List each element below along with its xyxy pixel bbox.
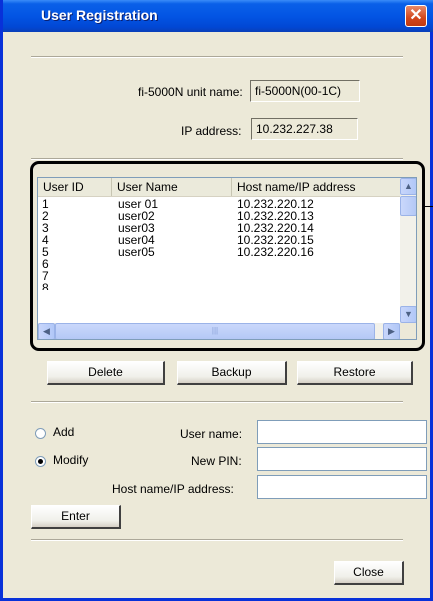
table-row[interactable]: 3 user03 10.232.220.14 (38, 222, 400, 235)
backup-button[interactable]: Backup (177, 361, 287, 385)
right-arrow-icon[interactable]: ▶ (383, 323, 400, 339)
row-user-id: 7 (42, 269, 49, 283)
unit-name-label: fi-5000N unit name: (138, 85, 243, 99)
separator-bottom (31, 539, 403, 541)
left-arrow-icon[interactable]: ◀ (38, 323, 55, 339)
new-pin-label: New PIN: (191, 454, 242, 468)
title-bar[interactable]: User Registration ✕ (3, 0, 433, 32)
vertical-scrollbar[interactable]: ▲ ▼ (400, 178, 416, 323)
add-radio[interactable] (35, 428, 46, 439)
user-name-input[interactable] (257, 420, 427, 444)
table-row[interactable]: 4 user04 10.232.220.15 (38, 234, 400, 247)
separator-top (31, 56, 403, 58)
scroll-corner (400, 323, 416, 339)
row-user-id: 8 (42, 283, 49, 290)
row-user-name: user05 (118, 245, 155, 259)
table-row[interactable]: 1 user 01 10.232.220.12 (38, 198, 400, 211)
separator-form (31, 401, 403, 403)
add-radio-label[interactable]: Add (53, 425, 74, 439)
restore-button[interactable]: Restore (297, 361, 413, 385)
column-header-host[interactable]: Host name/IP address (232, 178, 400, 196)
table-row[interactable]: 8 (38, 283, 400, 290)
table-row[interactable]: 6 (38, 258, 400, 271)
user-registration-dialog: User Registration ✕ fi-5000N unit name: … (0, 0, 433, 601)
down-arrow-icon[interactable]: ▼ (400, 306, 416, 323)
close-icon[interactable]: ✕ (405, 5, 427, 27)
close-button[interactable]: Close (334, 561, 404, 585)
row-host: 10.232.220.16 (237, 245, 314, 259)
column-header-user-id[interactable]: User ID (38, 178, 112, 196)
column-header-user-name[interactable]: User Name (112, 178, 232, 196)
user-list[interactable]: User ID User Name Host name/IP address 1… (37, 177, 417, 340)
new-pin-input[interactable] (257, 447, 427, 471)
enter-button[interactable]: Enter (31, 505, 121, 529)
callout-line (425, 206, 433, 207)
vertical-scroll-thumb[interactable] (400, 196, 416, 216)
table-row[interactable]: 5 user05 10.232.220.16 (38, 245, 400, 259)
delete-button[interactable]: Delete (47, 361, 165, 385)
dialog-title: User Registration (41, 7, 158, 23)
modify-radio-label[interactable]: Modify (53, 453, 88, 467)
modify-radio[interactable] (35, 456, 46, 467)
unit-name-field: fi-5000N(00-1C) (250, 80, 360, 102)
up-arrow-icon[interactable]: ▲ (400, 178, 416, 195)
ip-address-field: 10.232.227.38 (251, 118, 358, 140)
ip-address-label: IP address: (181, 124, 242, 138)
host-label: Host name/IP address: (112, 482, 234, 496)
host-input[interactable] (257, 475, 427, 499)
user-name-label: User name: (180, 427, 243, 441)
horizontal-scroll-thumb[interactable]: ||| (55, 323, 375, 339)
list-header: User ID User Name Host name/IP address (38, 178, 400, 197)
table-row[interactable]: 7 (38, 269, 400, 283)
separator-list (31, 158, 403, 160)
horizontal-scrollbar[interactable]: ◀ ||| ▶ (38, 323, 400, 339)
table-row[interactable]: 2 user02 10.232.220.13 (38, 210, 400, 223)
